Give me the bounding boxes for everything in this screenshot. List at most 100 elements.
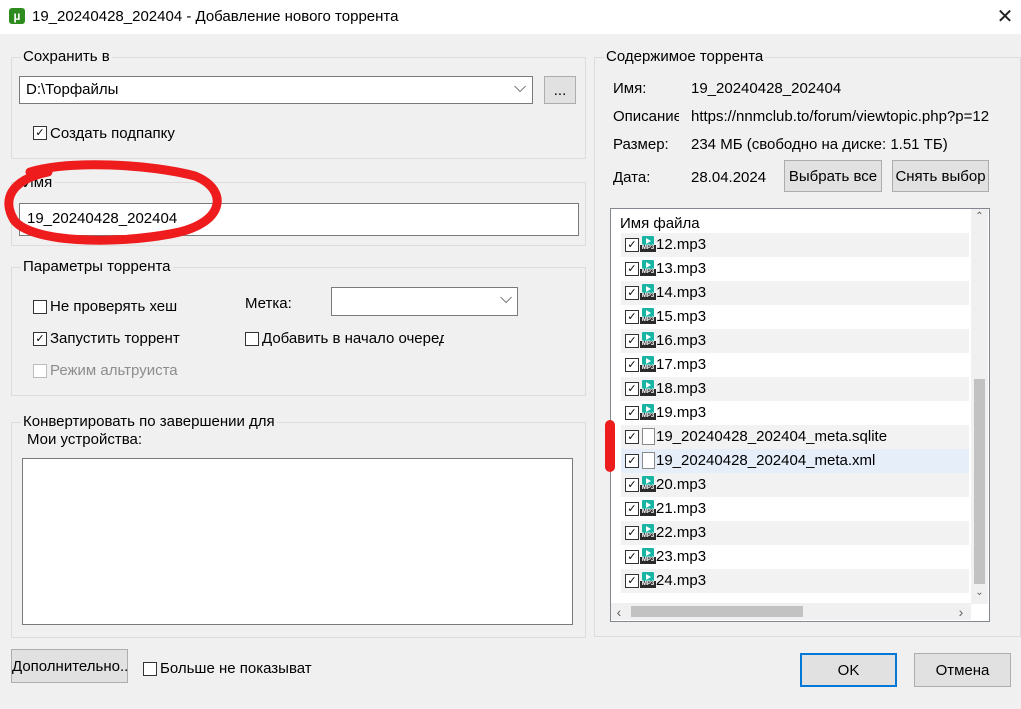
column-header-filename[interactable]: Имя файла xyxy=(620,215,700,232)
save-path-combobox[interactable]: D:\Торфайлы ⌵ xyxy=(19,76,533,104)
file-checkbox[interactable]: ✓ xyxy=(625,454,639,468)
scroll-up-icon[interactable]: ⌃ xyxy=(971,211,988,222)
select-all-button[interactable]: Выбрать все xyxy=(784,160,882,192)
file-checkbox[interactable]: ✓ xyxy=(625,478,639,492)
ok-button[interactable]: OK xyxy=(800,653,897,687)
convert-legend: Конвертировать по завершении для xyxy=(21,413,277,430)
file-name: 19_20240428_202404_meta.xml xyxy=(656,452,876,469)
file-checkbox[interactable]: ✓ xyxy=(625,502,639,516)
utorrent-icon: µ xyxy=(9,8,25,24)
mp3-file-icon: MP3 xyxy=(640,380,656,396)
file-list[interactable]: Имя файла ✓ MP3 12.mp3 ✓ MP3 13.mp3 ✓ MP3 14.mp3… xyxy=(610,208,990,622)
browse-button[interactable]: ... xyxy=(544,76,576,104)
devices-list[interactable] xyxy=(22,458,573,625)
file-row[interactable]: ✓ MP3 14.mp3 xyxy=(621,281,969,305)
close-button[interactable]: ✕ xyxy=(992,4,1018,30)
document-file-icon xyxy=(642,452,655,469)
queue-top-checkbox[interactable] xyxy=(245,332,259,346)
file-row[interactable]: ✓ MP3 12.mp3 xyxy=(621,233,969,257)
document-file-icon xyxy=(642,428,655,445)
file-row[interactable]: ✓ MP3 16.mp3 xyxy=(621,329,969,353)
start-torrent-checkbox[interactable]: ✓ xyxy=(33,332,47,346)
file-row[interactable]: ✓ MP3 20.mp3 xyxy=(621,473,969,497)
dont-show-checkbox[interactable] xyxy=(143,662,157,676)
queue-top-label: Добавить в начало очеред xyxy=(262,330,444,347)
file-checkbox[interactable]: ✓ xyxy=(625,334,639,348)
devices-label: Мои устройства: xyxy=(27,431,142,448)
file-row[interactable]: ✓ 19_20240428_202404_meta.sqlite xyxy=(621,425,969,449)
vertical-scrollbar[interactable]: ⌃ ⌄ xyxy=(971,209,988,604)
file-name: 23.mp3 xyxy=(656,548,707,565)
file-row[interactable]: ✓ MP3 23.mp3 xyxy=(621,545,969,569)
file-row[interactable]: ✓ 19_20240428_202404_meta.xml xyxy=(621,449,969,473)
file-row[interactable]: ✓ MP3 21.mp3 xyxy=(621,497,969,521)
save-in-legend: Сохранить в xyxy=(21,48,112,65)
file-name: 13.mp3 xyxy=(656,260,707,277)
file-row[interactable]: ✓ MP3 22.mp3 xyxy=(621,521,969,545)
mp3-file-icon: MP3 xyxy=(640,524,656,540)
scroll-right-icon[interactable]: › xyxy=(955,604,967,620)
file-name: 17.mp3 xyxy=(656,356,707,373)
title-bar: µ 19_20240428_202404 - Добавление нового… xyxy=(0,0,1021,34)
red-circle-annotation xyxy=(4,160,222,245)
info-size-value: 234 МБ (свободно на диске: 1.51 ТБ) xyxy=(691,136,948,153)
create-subfolder-checkbox[interactable]: ✓ xyxy=(33,126,47,140)
chevron-down-icon: ⌵ xyxy=(514,79,527,96)
file-name: 15.mp3 xyxy=(656,308,707,325)
altruist-checkbox xyxy=(33,364,47,378)
deselect-button[interactable]: Снять выбор xyxy=(892,160,989,192)
vertical-scroll-thumb[interactable] xyxy=(974,379,985,584)
mp3-file-icon: MP3 xyxy=(640,356,656,372)
cancel-button[interactable]: Отмена xyxy=(914,653,1011,687)
file-row[interactable]: ✓ MP3 19.mp3 xyxy=(621,401,969,425)
mp3-file-icon: MP3 xyxy=(640,332,656,348)
file-checkbox[interactable]: ✓ xyxy=(625,430,639,444)
file-name: 20.mp3 xyxy=(656,476,707,493)
mp3-file-icon: MP3 xyxy=(640,308,656,324)
file-row[interactable]: ✓ MP3 13.mp3 xyxy=(621,257,969,281)
skip-hash-label: Не проверять хеш xyxy=(50,298,178,315)
window-title: 19_20240428_202404 - Добавление нового т… xyxy=(32,8,399,25)
info-size-label: Размер: xyxy=(613,136,669,153)
scroll-down-icon[interactable]: ⌄ xyxy=(971,587,988,598)
file-checkbox[interactable]: ✓ xyxy=(625,574,639,588)
advanced-button[interactable]: Дополнительно... xyxy=(11,649,128,683)
file-row[interactable]: ✓ MP3 15.mp3 xyxy=(621,305,969,329)
file-checkbox[interactable]: ✓ xyxy=(625,526,639,540)
file-checkbox[interactable]: ✓ xyxy=(625,310,639,324)
file-name: 12.mp3 xyxy=(656,236,707,253)
file-checkbox[interactable]: ✓ xyxy=(625,358,639,372)
file-row[interactable]: ✓ MP3 18.mp3 xyxy=(621,377,969,401)
scroll-left-icon[interactable]: ‹ xyxy=(613,604,625,620)
torrent-params-legend: Параметры торрента xyxy=(21,258,173,275)
horizontal-scroll-thumb[interactable] xyxy=(631,606,803,617)
file-name: 24.mp3 xyxy=(656,572,707,589)
info-name-label: Имя: xyxy=(613,80,647,97)
mp3-file-icon: MP3 xyxy=(640,500,656,516)
save-in-group xyxy=(11,57,586,159)
file-checkbox[interactable]: ✓ xyxy=(625,382,639,396)
file-checkbox[interactable]: ✓ xyxy=(625,406,639,420)
create-subfolder-label: Создать подпапку xyxy=(50,125,175,142)
info-desc-value: https://nnmclub.to/forum/viewtopic.php?p… xyxy=(691,108,990,125)
file-row[interactable]: ✓ MP3 17.mp3 xyxy=(621,353,969,377)
mp3-file-icon: MP3 xyxy=(640,572,656,588)
skip-hash-checkbox[interactable] xyxy=(33,300,47,314)
label-combobox[interactable]: ⌵ xyxy=(331,287,518,316)
mp3-file-icon: MP3 xyxy=(640,476,656,492)
file-checkbox[interactable]: ✓ xyxy=(625,238,639,252)
file-row[interactable]: ✓ MP3 24.mp3 xyxy=(621,569,969,593)
horizontal-scrollbar[interactable]: ‹ › xyxy=(611,603,971,620)
info-name-value: 19_20240428_202404 xyxy=(691,80,842,97)
red-circle-stroke xyxy=(4,160,222,245)
file-checkbox[interactable]: ✓ xyxy=(625,286,639,300)
file-name: 19_20240428_202404_meta.sqlite xyxy=(656,428,888,445)
file-checkbox[interactable]: ✓ xyxy=(625,262,639,276)
dont-show-label: Больше не показыват xyxy=(160,660,312,677)
info-date-value: 28.04.2024 xyxy=(691,169,767,186)
file-checkbox[interactable]: ✓ xyxy=(625,550,639,564)
info-date-label: Дата: xyxy=(613,169,651,186)
file-name: 19.mp3 xyxy=(656,404,707,421)
save-path-value: D:\Торфайлы xyxy=(26,81,119,98)
red-line-annotation xyxy=(605,420,615,472)
